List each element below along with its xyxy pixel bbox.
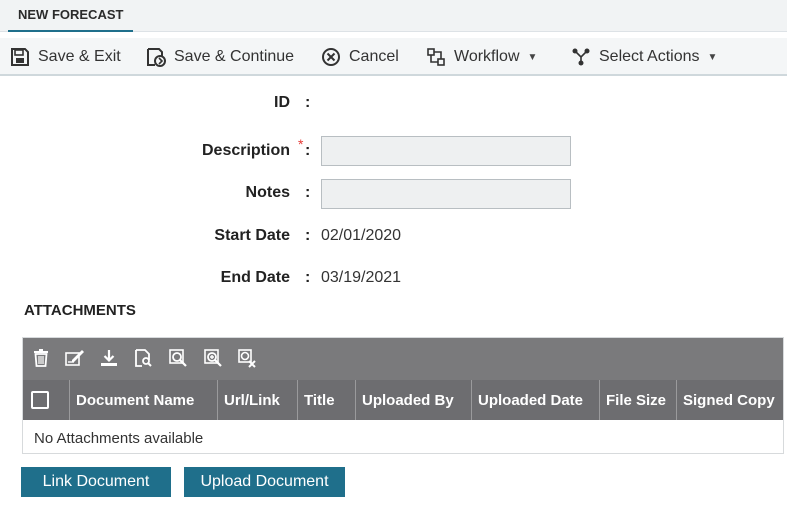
zoom-in-icon[interactable] [203, 348, 223, 368]
column-header-url-link[interactable]: Url/Link [218, 380, 298, 420]
tab-bar: NEW FORECAST [0, 0, 787, 32]
attachments-title: ATTACHMENTS [24, 302, 136, 319]
toolbar: Save & Exit Save & Continue Cancel Workf… [0, 38, 787, 76]
description-label: Description [201, 142, 290, 159]
select-all-checkbox[interactable] [31, 391, 49, 409]
column-header-document-name[interactable]: Document Name [70, 380, 218, 420]
select-actions-dropdown[interactable]: Select Actions ▼ [571, 46, 717, 68]
notes-field[interactable] [321, 179, 571, 209]
save-icon [11, 48, 29, 66]
workflow-icon [427, 48, 445, 66]
cancel-button[interactable]: Cancel [321, 46, 399, 68]
description-colon: : [305, 142, 311, 159]
column-header-signed-copy[interactable]: Signed Copy [677, 380, 783, 420]
download-icon[interactable] [99, 348, 119, 368]
clear-icon[interactable] [237, 348, 257, 368]
end-date-value: 03/19/2021 [321, 269, 402, 286]
cancel-label: Cancel [349, 48, 399, 65]
select-all-cell [23, 380, 70, 420]
save-continue-label: Save & Continue [174, 48, 295, 65]
id-colon: : [305, 94, 311, 111]
notes-colon: : [305, 184, 311, 201]
attachments-header-row: Document Name Url/Link Title Uploaded By… [23, 380, 783, 420]
select-actions-label: Select Actions [599, 48, 700, 65]
column-header-title[interactable]: Title [298, 380, 356, 420]
start-date-label: Start Date [214, 227, 290, 244]
chevron-down-icon: ▼ [707, 51, 718, 63]
notes-label: Notes [245, 184, 290, 201]
save-continue-icon [147, 48, 166, 67]
upload-document-button[interactable]: Upload Document [184, 467, 345, 497]
column-header-file-size[interactable]: File Size [600, 380, 677, 420]
link-document-button[interactable]: Link Document [21, 467, 171, 497]
cancel-icon [322, 48, 340, 66]
column-header-uploaded-by[interactable]: Uploaded By [356, 380, 472, 420]
actions-icon [572, 48, 590, 66]
id-label: ID [274, 94, 290, 111]
save-exit-label: Save & Exit [38, 48, 121, 65]
search-icon[interactable] [168, 348, 188, 368]
attachments-grid: Document Name Url/Link Title Uploaded By… [22, 337, 784, 454]
delete-icon[interactable] [31, 348, 51, 368]
attachments-toolbar [23, 338, 783, 380]
tab-new-forecast[interactable]: NEW FORECAST [8, 0, 134, 32]
chevron-down-icon: ▼ [527, 51, 538, 63]
description-field[interactable] [321, 136, 571, 166]
save-continue-button[interactable]: Save & Continue [146, 46, 294, 68]
start-date-colon: : [305, 227, 311, 244]
workflow-label: Workflow [454, 48, 520, 65]
save-exit-button[interactable]: Save & Exit [10, 46, 121, 68]
start-date-value: 02/01/2020 [321, 227, 402, 244]
end-date-label: End Date [220, 269, 290, 286]
workflow-dropdown[interactable]: Workflow ▼ [426, 46, 537, 68]
empty-message: No Attachments available [34, 430, 204, 447]
required-marker: * [298, 136, 304, 152]
column-header-uploaded-date[interactable]: Uploaded Date [472, 380, 600, 420]
edit-icon[interactable] [65, 348, 85, 368]
end-date-colon: : [305, 269, 311, 286]
view-icon[interactable] [133, 348, 153, 368]
